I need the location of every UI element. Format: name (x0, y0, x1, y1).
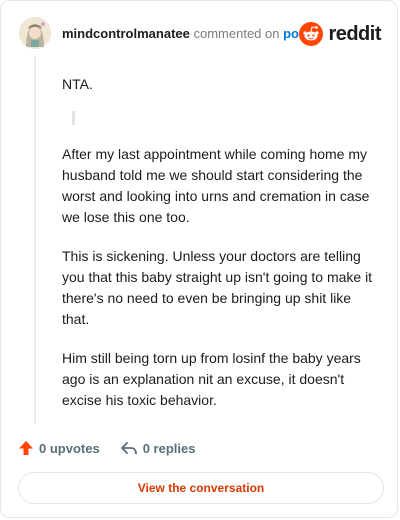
comment-paragraph: Him still being torn up from losinf the … (62, 350, 361, 408)
upvote-arrow-icon (19, 441, 33, 455)
comment-paragraph: After my last appointment while coming h… (62, 146, 370, 225)
comment-paragraph: This is sickening. Unless your doctors a… (62, 248, 373, 327)
thread-line (34, 56, 36, 424)
quote-marker (72, 111, 75, 125)
reply-count: 0 replies (142, 440, 196, 456)
reply-arrow-icon (120, 442, 137, 455)
view-conversation-button[interactable]: View the conversation (18, 472, 384, 504)
comment-actions: 0 upvotes 0 replies (18, 438, 195, 458)
comment-opening: NTA. (62, 76, 93, 92)
reply-button[interactable]: 0 replies (120, 440, 196, 456)
upvote-button[interactable]: 0 upvotes (18, 440, 100, 456)
comment-header: mindcontrolmanatee commented on post red… (19, 17, 381, 53)
username-link[interactable]: mindcontrolmanatee (62, 26, 190, 41)
comment-meta: mindcontrolmanatee commented on post (62, 26, 311, 42)
reddit-wordmark: reddit (328, 22, 381, 45)
upvote-count: 0 upvotes (39, 440, 100, 456)
avatar[interactable] (19, 17, 51, 49)
avatar-image (19, 17, 51, 49)
reddit-logo[interactable]: reddit (299, 21, 381, 47)
comment-body: NTA. After my last appointment while com… (62, 74, 380, 411)
commented-on-text: commented on (193, 26, 280, 41)
reddit-snoo-icon (299, 22, 324, 46)
comment-card: mindcontrolmanatee commented on post red… (0, 0, 398, 518)
